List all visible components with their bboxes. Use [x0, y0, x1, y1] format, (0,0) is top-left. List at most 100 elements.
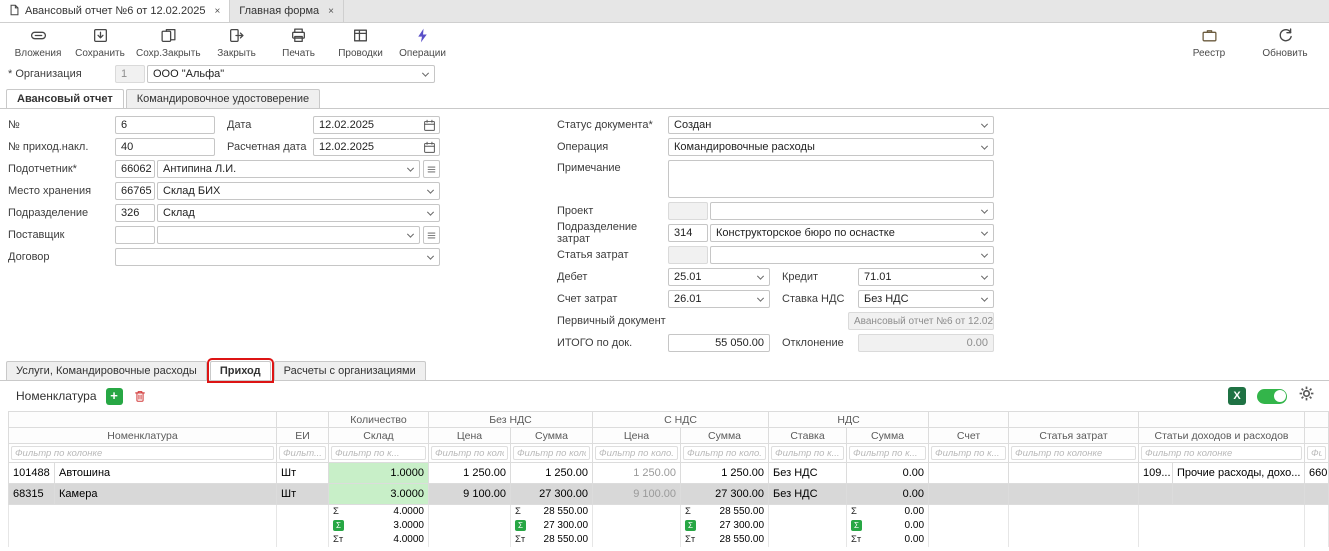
col-header-ei[interactable]: ЕИ [277, 428, 329, 444]
tab-avansovy-otchet[interactable]: Авансовый отчет [6, 89, 124, 108]
storage-code-field[interactable]: 66765 [115, 182, 155, 200]
cell-price-no-vat[interactable]: 9 100.00 [429, 484, 511, 505]
cell-income-code[interactable] [1139, 484, 1173, 505]
cell-account[interactable] [929, 463, 1009, 484]
postings-button[interactable]: Проводки [331, 26, 391, 60]
cost-department-select[interactable]: Конструкторское бюро по оснастке [710, 224, 994, 242]
cell-price-no-vat[interactable]: 1 250.00 [429, 463, 511, 484]
cell-vat-rate[interactable]: Без НДС [769, 463, 847, 484]
cell-income-name[interactable] [1173, 484, 1305, 505]
cell-qty[interactable]: 1.0000 [329, 463, 429, 484]
filter-input-sum-no-vat[interactable] [513, 446, 590, 460]
cell-sum-no-vat[interactable]: 27 300.00 [511, 484, 593, 505]
filter-input-price-with-vat[interactable] [595, 446, 678, 460]
tab-prihod[interactable]: Приход [210, 361, 271, 380]
delete-row-button[interactable] [132, 388, 149, 405]
organization-select[interactable]: ООО "Альфа" [147, 65, 435, 83]
col-header-sklad[interactable]: Склад [329, 428, 429, 444]
project-code-field[interactable] [668, 202, 708, 220]
cell-ei[interactable]: Шт [277, 463, 329, 484]
col-header-sum-with-vat[interactable]: Сумма [681, 428, 769, 444]
filter-input-income[interactable] [1141, 446, 1302, 460]
lookup-list-button[interactable] [423, 160, 440, 178]
accountable-code-field[interactable]: 66062 [115, 160, 155, 178]
filter-input-price-no-vat[interactable] [431, 446, 508, 460]
department-select[interactable]: Склад [157, 204, 440, 222]
filter-input-cost-item[interactable] [1011, 446, 1136, 460]
storage-select[interactable]: Склад БИХ [157, 182, 440, 200]
supplier-select[interactable] [157, 226, 420, 244]
filter-input-sklad[interactable] [331, 446, 426, 460]
col-header-vat-sum[interactable]: Сумма [847, 428, 929, 444]
print-button[interactable]: Печать [269, 26, 329, 60]
filter-input-extra[interactable] [1307, 446, 1326, 460]
project-select[interactable] [710, 202, 994, 220]
col-header-price-no-vat[interactable]: Цена [429, 428, 511, 444]
tab-uslugi[interactable]: Услуги, Командировочные расходы [6, 361, 207, 380]
calendar-icon[interactable] [423, 119, 436, 134]
department-code-field[interactable]: 326 [115, 204, 155, 222]
excel-export-icon[interactable]: X [1228, 387, 1246, 405]
status-select[interactable]: Создан [668, 116, 994, 134]
cell-vat-sum[interactable]: 0.00 [847, 484, 929, 505]
filter-input-nomenclature[interactable] [11, 446, 274, 460]
cost-item-select[interactable] [710, 246, 994, 264]
filter-input-ei[interactable] [279, 446, 326, 460]
col-header-nomenclature[interactable]: Номенклатура [9, 428, 277, 444]
close-icon[interactable]: × [328, 6, 334, 17]
add-row-button[interactable]: + [106, 388, 123, 405]
filter-input-vat-sum[interactable] [849, 446, 926, 460]
cell-price-with-vat[interactable]: 9 100.00 [593, 484, 681, 505]
cell-cost-item[interactable] [1009, 463, 1139, 484]
filter-input-rate[interactable] [771, 446, 844, 460]
cell-sum-no-vat[interactable]: 1 250.00 [511, 463, 593, 484]
cell-account[interactable] [929, 484, 1009, 505]
grid-toggle-switch[interactable] [1257, 389, 1287, 404]
tab-raschety[interactable]: Расчеты с организациями [274, 361, 426, 380]
cell-code[interactable]: 68315 [9, 484, 55, 505]
cell-sum-with-vat[interactable]: 27 300.00 [681, 484, 769, 505]
cell-name[interactable]: Камера [55, 484, 277, 505]
cell-income-name[interactable]: Прочие расходы, дохо... [1173, 463, 1305, 484]
calendar-icon[interactable] [423, 141, 436, 156]
table-row[interactable]: 101488 Автошина Шт 1.0000 1 250.00 1 250… [9, 463, 1329, 484]
col-header-cost-item[interactable]: Статья затрат [1009, 428, 1139, 444]
debit-select[interactable]: 25.01 [668, 268, 770, 286]
save-button[interactable]: Сохранить [70, 26, 130, 60]
cell-income-code[interactable]: 109... [1139, 463, 1173, 484]
cell-extra[interactable] [1305, 484, 1329, 505]
tab-komandirovochnoe[interactable]: Командировочное удостоверение [126, 89, 320, 108]
cell-cost-item[interactable] [1009, 484, 1139, 505]
receipt-num-field[interactable]: 40 [115, 138, 215, 156]
organization-code-field[interactable]: 1 [115, 65, 145, 83]
lookup-list-button[interactable] [423, 226, 440, 244]
operations-button[interactable]: Операции [393, 26, 453, 60]
save-close-button[interactable]: Сохр.Закрыть [132, 26, 205, 60]
operation-select[interactable]: Командировочные расходы [668, 138, 994, 156]
note-textarea[interactable] [668, 160, 994, 198]
cost-department-code-field[interactable]: 314 [668, 224, 708, 242]
vat-rate-select[interactable]: Без НДС [858, 290, 994, 308]
filter-input-sum-with-vat[interactable] [683, 446, 766, 460]
cell-sum-with-vat[interactable]: 1 250.00 [681, 463, 769, 484]
registry-button[interactable]: Реестр [1179, 26, 1239, 60]
col-header-price-with-vat[interactable]: Цена [593, 428, 681, 444]
table-row-selected[interactable]: 68315 Камера Шт 3.0000 9 100.00 27 300.0… [9, 484, 1329, 505]
close-icon[interactable]: × [214, 6, 220, 17]
date-field[interactable]: 12.02.2025 [313, 116, 440, 134]
attachments-button[interactable]: Вложения [8, 26, 68, 60]
gear-icon[interactable] [1298, 385, 1315, 407]
col-header-income[interactable]: Статьи доходов и расходов [1139, 428, 1305, 444]
cell-name[interactable]: Автошина [55, 463, 277, 484]
accountable-select[interactable]: Антипина Л.И. [157, 160, 420, 178]
cell-vat-sum[interactable]: 0.00 [847, 463, 929, 484]
window-tab-main-form[interactable]: Главная форма × [230, 0, 344, 22]
cell-qty[interactable]: 3.0000 [329, 484, 429, 505]
col-header-sum-no-vat[interactable]: Сумма [511, 428, 593, 444]
col-header-account[interactable]: Счет [929, 428, 1009, 444]
cell-ei[interactable]: Шт [277, 484, 329, 505]
credit-select[interactable]: 71.01 [858, 268, 994, 286]
refresh-button[interactable]: Обновить [1255, 26, 1315, 60]
window-tab-document[interactable]: Авансовый отчет №6 от 12.02.2025 × [0, 0, 230, 22]
cell-extra[interactable]: 660... [1305, 463, 1329, 484]
